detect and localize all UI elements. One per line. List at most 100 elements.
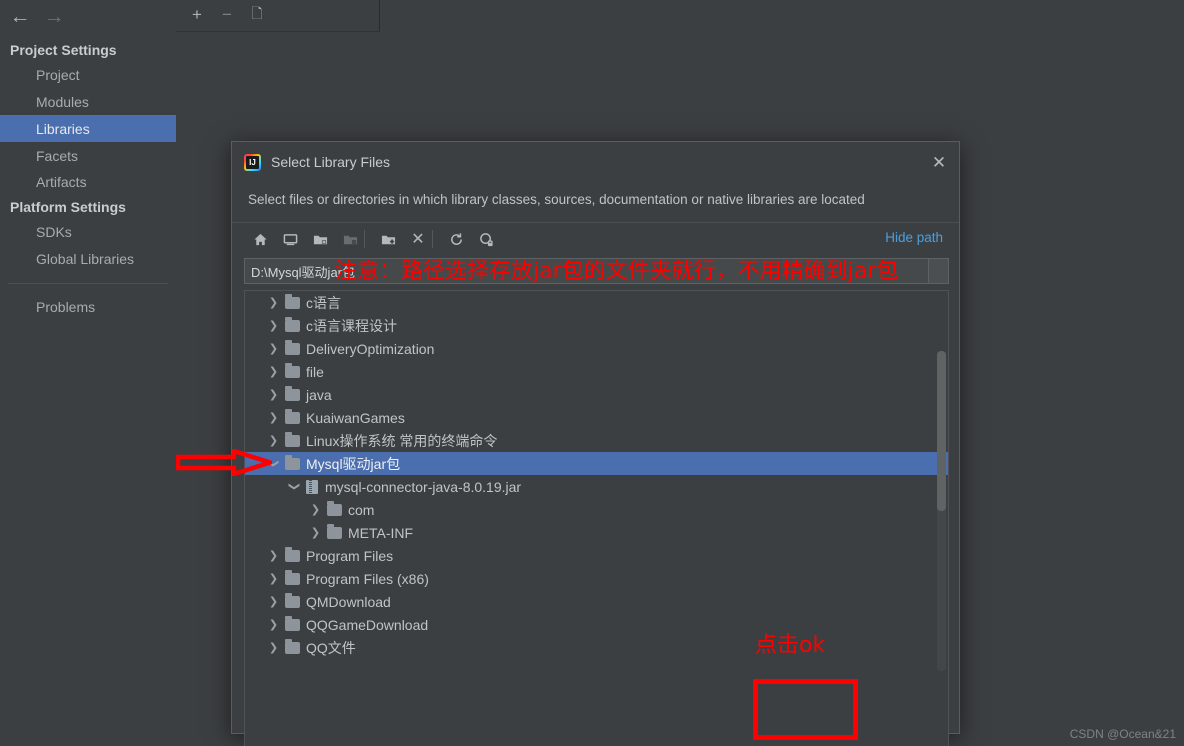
file-tree[interactable]: ❯ c语言 ❯ c语言课程设计 ❯ DeliveryOptimization ❯ file ❯ j… xyxy=(244,290,949,746)
dialog-subtitle: Select files or directories in which lib… xyxy=(248,192,865,207)
tree-row[interactable]: ❯ c语言 xyxy=(245,291,948,314)
refresh-icon[interactable] xyxy=(444,227,468,251)
folder-icon xyxy=(285,316,300,332)
folder-icon xyxy=(285,339,300,355)
chevron-right-icon[interactable]: ❯ xyxy=(267,319,280,332)
sidebar-item-label: Global Libraries xyxy=(36,250,135,267)
tree-row[interactable]: ❯ META-INF xyxy=(245,521,948,544)
tree-row[interactable]: ❯ java xyxy=(245,383,948,406)
tree-row-label: mysql-connector-java-8.0.19.jar xyxy=(325,478,522,495)
folder-icon xyxy=(285,293,300,309)
tree-row[interactable]: ❯ file xyxy=(245,360,948,383)
arrow-left-icon[interactable]: ← xyxy=(8,6,32,28)
chevron-right-icon[interactable]: ❯ xyxy=(267,595,280,608)
hide-path-link[interactable]: Hide path xyxy=(885,230,943,245)
tree-row-label: QQGameDownload xyxy=(306,616,429,633)
sidebar-item-label: Facets xyxy=(36,147,79,164)
tree-row[interactable]: ❯ Mysql驱动jar包 xyxy=(245,452,948,475)
folder-icon xyxy=(327,523,342,539)
tree-row[interactable]: ❯ c语言课程设计 xyxy=(245,314,948,337)
module-folder-icon xyxy=(338,227,362,251)
tree-row[interactable]: ❯ DeliveryOptimization xyxy=(245,337,948,360)
chevron-right-icon[interactable]: ❯ xyxy=(267,549,280,562)
red-arrow-right-icon xyxy=(175,447,278,478)
sidebar-item-facets[interactable]: Facets xyxy=(0,142,176,169)
intellij-idea-icon xyxy=(244,153,261,171)
sidebar-item-project[interactable]: Project xyxy=(0,61,176,88)
chevron-right-icon[interactable]: ❯ xyxy=(267,365,280,378)
folder-icon xyxy=(285,431,300,447)
chevron-right-icon[interactable]: ❯ xyxy=(267,388,280,401)
path-browse-button[interactable] xyxy=(928,259,948,283)
new-folder-icon[interactable] xyxy=(376,227,400,251)
delete-icon[interactable]: ✕ xyxy=(406,227,430,251)
copy-icon[interactable]: 🗋 xyxy=(246,4,268,26)
chevron-right-icon[interactable]: ❯ xyxy=(267,641,280,654)
sidebar-item-label: Project xyxy=(36,66,80,83)
tree-row-label: c语言 xyxy=(306,294,341,311)
remove-icon[interactable]: − xyxy=(216,4,238,26)
chevron-right-icon[interactable]: ❯ xyxy=(309,526,322,539)
tree-row-label: KuaiwanGames xyxy=(306,409,405,426)
folder-icon xyxy=(285,615,300,631)
tree-row[interactable]: ❯ QMDownload xyxy=(245,590,948,613)
tree-row-label: Mysql驱动jar包 xyxy=(306,455,401,472)
tree-row[interactable]: ❯ Program Files xyxy=(245,544,948,567)
settings-sidebar: ← → Project Settings Project Modules Lib… xyxy=(0,0,176,746)
red-rectangle-highlight xyxy=(753,679,858,740)
tree-row-label: QMDownload xyxy=(306,593,391,610)
folder-icon xyxy=(285,362,300,378)
chevron-right-icon[interactable]: ❯ xyxy=(309,503,322,516)
sidebar-group-label: Platform Settings xyxy=(10,198,126,215)
tree-row[interactable]: ❯ KuaiwanGames xyxy=(245,406,948,429)
select-library-files-dialog: Select Library Files ✕ Select files or d… xyxy=(231,141,960,746)
sidebar-item-modules[interactable]: Modules xyxy=(0,88,176,115)
chevron-right-icon[interactable]: ❯ xyxy=(267,434,280,447)
sidebar-group-project-settings: Project Settings xyxy=(0,36,176,63)
tree-row[interactable]: ❯ QQ文件 xyxy=(245,636,948,659)
sidebar-item-label: Problems xyxy=(36,298,96,315)
project-folder-icon[interactable] xyxy=(308,227,332,251)
toolbar-divider xyxy=(364,230,365,248)
jar-file-icon xyxy=(306,479,318,494)
tree-row-label: Linux操作系统 常用的终端命令 xyxy=(306,432,498,449)
add-icon[interactable]: + xyxy=(186,4,208,26)
close-icon[interactable]: ✕ xyxy=(929,152,949,172)
chevron-right-icon[interactable]: ❯ xyxy=(267,411,280,424)
tree-scrollbar-thumb[interactable] xyxy=(937,351,946,511)
sidebar-item-artifacts[interactable]: Artifacts xyxy=(0,168,176,195)
desktop-icon[interactable] xyxy=(278,227,302,251)
sidebar-item-problems[interactable]: Problems xyxy=(0,293,176,320)
tree-row[interactable]: ❯ Program Files (x86) xyxy=(245,567,948,590)
watermark: CSDN @Ocean&21 xyxy=(1069,727,1176,741)
tree-row[interactable]: ❯ Linux操作系统 常用的终端命令 xyxy=(245,429,948,452)
folder-icon xyxy=(285,592,300,608)
sidebar-item-global-libraries[interactable]: Global Libraries xyxy=(0,245,176,272)
chevron-down-icon[interactable]: ❯ xyxy=(288,480,301,493)
tree-row[interactable]: ❯ com xyxy=(245,498,948,521)
tree-row[interactable]: ❯ QQGameDownload xyxy=(245,613,948,636)
home-icon[interactable] xyxy=(248,227,272,251)
folder-icon xyxy=(285,546,300,562)
tree-row[interactable]: ❯ mysql-connector-java-8.0.19.jar xyxy=(245,475,948,498)
chevron-right-icon[interactable]: ❯ xyxy=(267,618,280,631)
folder-icon xyxy=(285,408,300,424)
annotation-click-ok-text: 点击ok xyxy=(755,633,826,658)
sidebar-group-platform-settings: Platform Settings xyxy=(0,193,176,220)
dialog-title-bar: Select Library Files xyxy=(232,142,959,182)
arrow-right-icon[interactable]: → xyxy=(42,6,66,28)
tree-row-label: META-INF xyxy=(348,524,414,541)
tree-row-label: QQ文件 xyxy=(306,639,356,656)
tree-row-label: Program Files (x86) xyxy=(306,570,429,587)
dialog-title: Select Library Files xyxy=(271,154,391,170)
libraries-toolbar: + − 🗋 xyxy=(176,0,380,32)
sidebar-item-label: Libraries xyxy=(36,120,90,137)
chevron-right-icon[interactable]: ❯ xyxy=(267,296,280,309)
chevron-right-icon[interactable]: ❯ xyxy=(267,572,280,585)
folder-icon xyxy=(327,500,342,516)
chevron-right-icon[interactable]: ❯ xyxy=(267,342,280,355)
toolbar-divider xyxy=(432,230,433,248)
show-hidden-icon[interactable] xyxy=(474,227,498,251)
sidebar-item-libraries[interactable]: Libraries xyxy=(0,115,176,142)
sidebar-item-sdks[interactable]: SDKs xyxy=(0,218,176,245)
